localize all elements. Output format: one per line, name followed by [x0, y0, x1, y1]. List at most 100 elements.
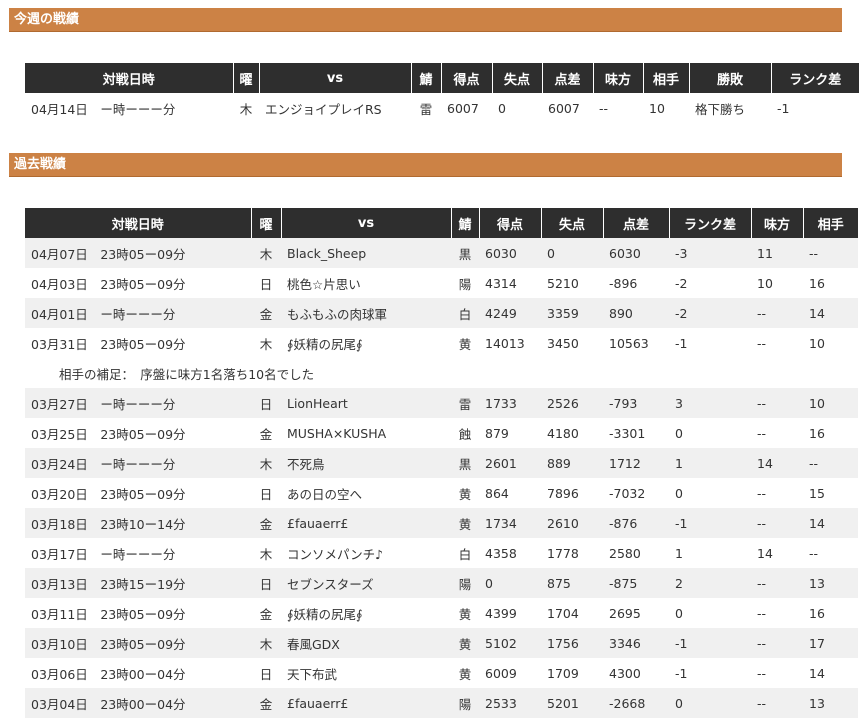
match-weekday: 日 [251, 478, 281, 508]
match-weekday: 日 [251, 388, 281, 418]
opponent-count: 14 [803, 508, 858, 538]
opponent-count: 14 [803, 298, 858, 328]
match-result: 格下勝ち [689, 93, 771, 123]
rank-diff: -2 [669, 298, 751, 328]
point-diff: 890 [603, 298, 669, 328]
lost-points: 1778 [541, 538, 603, 568]
match-weekday: 木 [251, 238, 281, 268]
match-date: 03月20日 [31, 486, 88, 502]
match-datetime: 03月10日 23時05ー09分 [25, 628, 251, 658]
match-date: 03月11日 [31, 606, 88, 622]
match-time: 23時00ー04分 [100, 666, 186, 682]
score: 4399 [479, 598, 541, 628]
match-date: 03月10日 [31, 636, 88, 652]
score: 4314 [479, 268, 541, 298]
opponent-guild: £fauaerr£ [281, 508, 451, 538]
ally-count: 14 [751, 448, 803, 478]
ally-count: -- [751, 658, 803, 688]
ally-count: 10 [751, 268, 803, 298]
col-header-lost: 失点 [541, 208, 604, 238]
point-diff: 6030 [603, 238, 669, 268]
match-date: 04月01日 [31, 306, 88, 322]
col-header-vs: vs [259, 63, 412, 93]
rank-diff: -1 [669, 658, 751, 688]
table-row: 04月01日 ー時ーーー分金もふもふの肉球軍白 4249 3359 890 -2 -- 14 [25, 298, 858, 328]
point-diff: -7032 [603, 478, 669, 508]
match-time: 23時05ー09分 [100, 336, 186, 352]
rank-diff: 2 [669, 568, 751, 598]
score: 0 [479, 568, 541, 598]
col-header-opponent: 相手 [803, 208, 858, 238]
col-header-datetime: 対戦日時 [25, 63, 234, 93]
table-row: 03月17日 ー時ーーー分木コンソメパンチ♪ 白 4358 1778 2580 1 14 -- [25, 538, 858, 568]
point-diff: 4300 [603, 658, 669, 688]
table-row: 04月07日 23時05ー09分木 Black_Sheep 黒 6030 0 6030 -3… [25, 238, 858, 268]
opponent-count: 15 [803, 478, 858, 508]
match-date: 03月04日 [31, 696, 88, 712]
match-time: 23時00ー04分 [100, 696, 186, 712]
point-diff: 6007 [542, 93, 593, 123]
match-datetime: 04月07日 23時05ー09分 [25, 238, 251, 268]
match-datetime: 03月17日 ー時ーーー分 [25, 538, 251, 568]
rank-diff: 1 [669, 538, 751, 568]
lost-points: 889 [541, 448, 603, 478]
past-results-body: 04月07日 23時05ー09分木 Black_Sheep 黒 6030 0 6030 -3… [25, 238, 858, 718]
score: 5102 [479, 628, 541, 658]
match-date: 04月14日 [31, 101, 88, 117]
section-header-this-week: 今週の戦績 [9, 8, 842, 32]
server: 黄 [451, 628, 479, 658]
point-diff: -3301 [603, 418, 669, 448]
lost-points: 5201 [541, 688, 603, 718]
opponent-count: 13 [803, 568, 858, 598]
table-row: 03月27日 ー時ーーー分日 LionHeart 雷 1733 2526 -793 3 -- 1… [25, 388, 858, 418]
point-diff: 3346 [603, 628, 669, 658]
ally-count: 11 [751, 238, 803, 268]
rank-diff: -2 [669, 268, 751, 298]
col-header-ally: 味方 [593, 63, 644, 93]
match-weekday: 木 [251, 448, 281, 478]
point-diff: 1712 [603, 448, 669, 478]
table-row: 03月31日 23時05ー09分木 ∮妖精の尻尾∮ 黄 14013 3450 10563-… [25, 328, 858, 358]
match-date: 03月06日 [31, 666, 88, 682]
ally-count: -- [751, 418, 803, 448]
match-date: 03月13日 [31, 576, 88, 592]
rank-diff: 0 [669, 478, 751, 508]
server: 白 [451, 298, 479, 328]
this-week-header-row: 対戦日時 曜 vs 鯖 得点 失点 点差 味方 相手 勝敗 ランク差 [25, 63, 859, 93]
opponent-guild: コンソメパンチ♪ [281, 538, 451, 568]
match-weekday: 金 [251, 298, 281, 328]
opponent-guild: エンジョイプレイRS [259, 93, 411, 123]
server: 白 [451, 538, 479, 568]
lost-points: 5210 [541, 268, 603, 298]
opponent-guild: £fauaerr£ [281, 688, 451, 718]
ally-count: -- [751, 598, 803, 628]
score: 6009 [479, 658, 541, 688]
score: 6007 [441, 93, 492, 123]
match-weekday: 金 [251, 688, 281, 718]
match-weekday: 木 [251, 538, 281, 568]
match-datetime: 03月13日 23時15ー19分 [25, 568, 251, 598]
score: 2601 [479, 448, 541, 478]
server: 雷 [451, 388, 479, 418]
ally-count: 14 [751, 538, 803, 568]
opponent-guild: 不死鳥 [281, 448, 451, 478]
match-date: 04月03日 [31, 276, 88, 292]
ally-count: -- [751, 688, 803, 718]
col-header-datetime: 対戦日時 [25, 208, 252, 238]
server: 黄 [451, 598, 479, 628]
match-time: ー時ーーー分 [100, 456, 176, 472]
col-header-opponent: 相手 [643, 63, 690, 93]
rank-diff: 0 [669, 418, 751, 448]
past-results-table: 対戦日時 曜 vs 鯖 得点 失点 点差 ランク差 味方 相手 04月07日 2… [25, 208, 858, 718]
score: 6030 [479, 238, 541, 268]
opponent-count: 16 [803, 418, 858, 448]
opponent-guild: MUSHA×KUSHA [281, 418, 451, 448]
rank-diff: -1 [669, 328, 751, 358]
ally-count: -- [751, 568, 803, 598]
lost-points: 1756 [541, 628, 603, 658]
rank-diff: -1 [669, 508, 751, 538]
table-row: 03月04日 23時00ー04分金 £fauaerr£ 陽 2533 5201 -2668… [25, 688, 858, 718]
opponent-guild: あの日の空へ [281, 478, 451, 508]
section-header-past: 過去戦績 [9, 153, 842, 177]
table-row: 03月24日 ー時ーーー分木不死鳥黒 2601 889 1712 1 14 -- [25, 448, 858, 478]
